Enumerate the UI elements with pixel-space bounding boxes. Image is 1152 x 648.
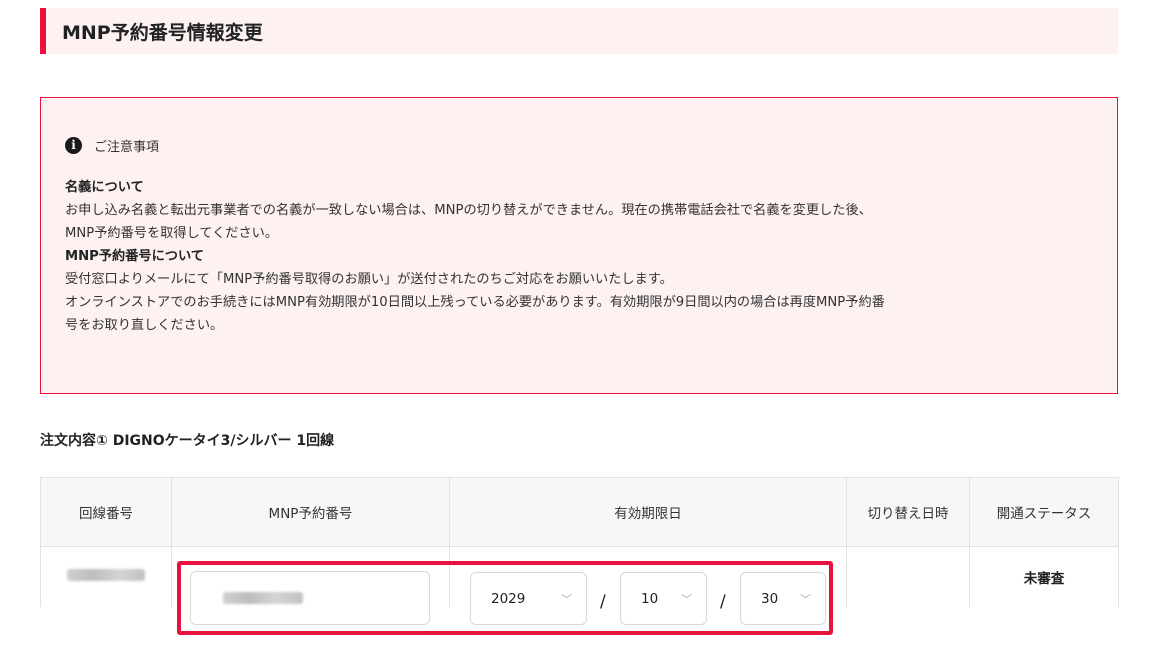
notice-body: 名義について お申し込み名義と転出元事業者での名義が一致しない場合は、MNPの切… (65, 176, 1095, 337)
notice-text: 受付窓口よりメールにて「MNP予約番号取得のお願い」が送付されたのちご対応をお願… (65, 272, 673, 287)
column-header-mnp-number: MNP予約番号 (171, 477, 450, 547)
notice-box: i ご注意事項 名義について お申し込み名義と転出元事業者での名義が一致しない場… (40, 97, 1118, 394)
redacted-line-number (67, 569, 145, 581)
notice-text: お申し込み名義と転出元事業者での名義が一致しない場合は、MNPの切り替えができま… (65, 203, 872, 218)
order-title: 注文内容① DIGNOケータイ3/シルバー 1回線 (40, 433, 335, 449)
expiry-month-select[interactable]: 10 ﹀ (620, 572, 707, 625)
column-header-line-number: 回線番号 (40, 477, 172, 547)
chevron-down-icon: ﹀ (800, 593, 811, 606)
expiry-year-value: 2029 (491, 591, 526, 607)
notice-text: オンラインストアでのお手続きにはMNP有効期限が10日間以上残っている必要があり… (65, 295, 885, 310)
page-title: MNP予約番号情報変更 (62, 22, 263, 44)
notice-title: ご注意事項 (94, 139, 160, 155)
switch-datetime-cell (846, 546, 970, 607)
column-header-switch-datetime: 切り替え日時 (846, 477, 970, 547)
notice-text: 号をお取り直しください。 (65, 318, 224, 333)
status-value: 未審査 (1023, 571, 1065, 587)
notice-section-heading: MNP予約番号について (65, 249, 204, 264)
expiry-day-select[interactable]: 30 ﹀ (740, 572, 826, 625)
redacted-mnp-number (223, 592, 303, 604)
table-header-row: 回線番号 MNP予約番号 有効期限日 切り替え日時 開通ステータス (40, 477, 1119, 547)
date-separator: / (720, 592, 726, 612)
status-cell: 未審査 (969, 546, 1119, 607)
column-header-expiry-date: 有効期限日 (449, 477, 847, 547)
chevron-down-icon: ﹀ (561, 593, 572, 606)
expiry-day-value: 30 (761, 591, 779, 607)
expiry-year-select[interactable]: 2029 ﹀ (470, 572, 587, 625)
info-icon: i (65, 136, 82, 154)
notice-header: i ご注意事項 (65, 135, 159, 155)
expiry-month-value: 10 (641, 591, 659, 607)
notice-text: MNP予約番号を取得してください。 (65, 226, 279, 241)
chevron-down-icon: ﹀ (681, 593, 692, 606)
notice-section-heading: 名義について (65, 180, 144, 195)
page-heading: MNP予約番号情報変更 (40, 8, 1118, 54)
line-number-cell (40, 546, 172, 607)
mnp-number-input[interactable] (190, 571, 430, 625)
date-separator: / (600, 592, 606, 612)
column-header-status: 開通ステータス (969, 477, 1119, 547)
